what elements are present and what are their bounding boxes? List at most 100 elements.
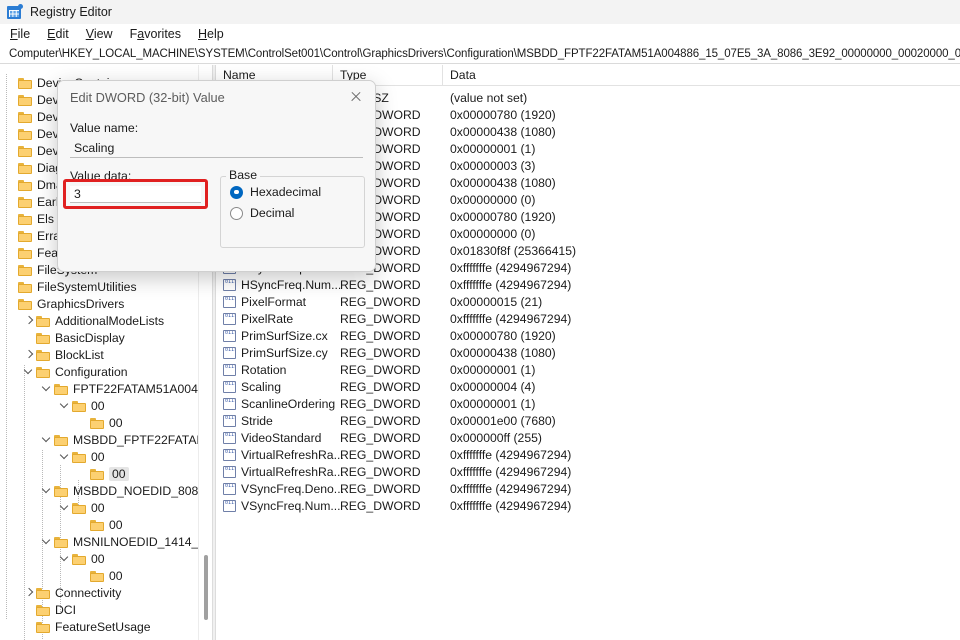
dword-value-icon <box>223 312 236 325</box>
tree-item-label: MSNILNOEDID_1414_008D_I <box>73 534 198 549</box>
value-row[interactable]: VSyncFreq.Deno...REG_DWORD 0xfffffffe (42… <box>216 480 960 497</box>
menu-file[interactable]: File <box>10 27 30 41</box>
radio-decimal[interactable]: Decimal <box>230 206 294 220</box>
tree-item[interactable]: DCI <box>24 601 76 618</box>
tree-item[interactable]: FPTF22FATAM51A004886_15_ <box>42 380 198 397</box>
value-data-cell: 0x00001e00 (7680) <box>450 413 556 428</box>
value-row[interactable]: VSyncFreq.Num...REG_DWORD 0xfffffffe (429… <box>216 497 960 514</box>
chevron-down-icon[interactable] <box>42 485 53 496</box>
chevron-down-icon[interactable] <box>42 383 53 394</box>
value-data-cell: 0x00000003 (3) <box>450 158 536 173</box>
tree-item-label: Configuration <box>55 364 128 379</box>
dword-value-icon <box>223 380 236 393</box>
column-header-data[interactable]: Data <box>443 65 960 85</box>
value-row[interactable]: PrimSurfSize.cy REG_DWORD 0x00000438 (1080… <box>216 344 960 361</box>
folder-icon <box>54 434 69 446</box>
value-name-input[interactable] <box>70 138 363 158</box>
tree-item[interactable]: 00 <box>60 550 105 567</box>
chevron-right-icon[interactable] <box>24 587 35 598</box>
menu-edit[interactable]: Edit <box>47 27 69 41</box>
tree-item[interactable]: 00 <box>78 414 123 431</box>
tree-item[interactable]: Configuration <box>24 363 128 380</box>
chevron-placeholder <box>6 247 17 258</box>
folder-icon <box>90 570 105 582</box>
tree-item-label: MSBDD_NOEDID_8086_3E92 <box>73 483 198 498</box>
value-row[interactable]: HSyncFreq.Num...REG_DWORD 0xfffffffe (429… <box>216 276 960 293</box>
tree-item[interactable]: MSNILNOEDID_1414_008D_I <box>42 533 198 550</box>
radio-hexadecimal[interactable]: Hexadecimal <box>230 185 321 199</box>
menu-favorites[interactable]: Favorites <box>130 27 181 41</box>
tree-item[interactable]: 00 <box>78 465 129 482</box>
dword-value-icon <box>223 499 236 512</box>
value-row[interactable]: ScanlineOrdering REG_DWORD 0x00000001 (1) <box>216 395 960 412</box>
chevron-down-icon[interactable] <box>42 434 53 445</box>
tree-item[interactable]: MSBDD_FPTF22FATAM51A0 <box>42 431 198 448</box>
tree-scrollbar-thumb[interactable] <box>204 555 208 620</box>
chevron-placeholder <box>6 281 17 292</box>
tree-item-label: 00 <box>91 398 105 413</box>
tree-item[interactable]: 00 <box>78 516 123 533</box>
dword-value-icon <box>223 414 236 427</box>
value-type-cell: REG_DWORD <box>340 362 421 377</box>
value-row[interactable]: PrimSurfSize.cx REG_DWORD 0x00000780 (1920… <box>216 327 960 344</box>
value-type-cell: REG_DWORD <box>340 379 421 394</box>
value-row[interactable]: VideoStandard REG_DWORD 0x000000ff (255) <box>216 429 960 446</box>
tree-item[interactable]: AdditionalModeLists <box>24 312 164 329</box>
value-data-cell: 0x00000438 (1080) <box>450 124 556 139</box>
chevron-placeholder <box>6 128 17 139</box>
tree-item-label: 00 <box>91 551 105 566</box>
value-row[interactable]: VirtualRefreshRa...REG_DWORD 0xfffffffe (… <box>216 463 960 480</box>
chevron-right-icon[interactable] <box>24 349 35 360</box>
chevron-down-icon[interactable] <box>60 451 71 462</box>
tree-item-label: 00 <box>91 449 105 464</box>
value-row[interactable]: Rotation REG_DWORD 0x00000001 (1) <box>216 361 960 378</box>
value-row[interactable]: Stride REG_DWORD 0x00001e00 (7680) <box>216 412 960 429</box>
tree-item[interactable]: GraphicsDrivers <box>6 295 124 312</box>
tree-item[interactable]: 00 <box>60 448 105 465</box>
value-row[interactable]: VirtualRefreshRa...REG_DWORD 0xfffffffe (… <box>216 446 960 463</box>
value-type-cell: REG_DWORD <box>340 413 421 428</box>
menu-help[interactable]: Help <box>198 27 224 41</box>
value-name-cell: Scaling <box>223 380 281 394</box>
value-row[interactable]: PixelFormat REG_DWORD 0x00000015 (21) <box>216 293 960 310</box>
address-bar[interactable]: Computer\HKEY_LOCAL_MACHINE\SYSTEM\Contr… <box>0 44 960 64</box>
tree-item-label: FPTF22FATAM51A004886_15_ <box>73 381 198 396</box>
chevron-placeholder <box>6 213 17 224</box>
value-row[interactable]: PixelRate REG_DWORD 0xfffffffe (4294967294… <box>216 310 960 327</box>
tree-item[interactable]: FeatureSetUsage <box>24 618 151 635</box>
chevron-down-icon[interactable] <box>60 400 71 411</box>
tree-item[interactable]: BasicDisplay <box>24 329 125 346</box>
value-type-cell: REG_DWORD <box>340 430 421 445</box>
tree-item[interactable]: MSBDD_NOEDID_8086_3E92 <box>42 482 198 499</box>
tree-item[interactable]: Connectivity <box>24 584 121 601</box>
menu-view[interactable]: View <box>86 27 113 41</box>
tree-item[interactable]: 00 <box>60 499 105 516</box>
value-name-cell: VSyncFreq.Num... <box>223 499 341 513</box>
value-name-label: Value name: <box>70 121 139 135</box>
chevron-down-icon[interactable] <box>60 502 71 513</box>
value-name-text: VideoStandard <box>241 430 322 445</box>
tree-item[interactable]: Els <box>6 210 54 227</box>
value-name-text: HSyncFreq.Num... <box>241 277 342 292</box>
tree-item[interactable]: BlockList <box>24 346 104 363</box>
value-data-input[interactable] <box>70 186 201 202</box>
chevron-down-icon[interactable] <box>24 366 35 377</box>
value-type-cell: REG_DWORD <box>340 447 421 462</box>
chevron-placeholder <box>6 298 17 309</box>
chevron-right-icon[interactable] <box>24 315 35 326</box>
value-name-cell: VideoStandard <box>223 431 321 445</box>
tree-item-label: BasicDisplay <box>55 330 125 345</box>
dword-value-icon <box>223 448 236 461</box>
folder-icon <box>18 213 33 225</box>
value-data-cell: 0x00000780 (1920) <box>450 107 556 122</box>
tree-item[interactable]: 00 <box>78 567 123 584</box>
value-row[interactable]: Scaling REG_DWORD 0x00000004 (4) <box>216 378 960 395</box>
tree-item-label: MSBDD_FPTF22FATAM51A0 <box>73 432 198 447</box>
tree-item[interactable]: FileSystemUtilities <box>6 278 137 295</box>
dword-value-icon <box>223 397 236 410</box>
tree-item[interactable]: 00 <box>60 397 105 414</box>
value-data-cell: 0x00000780 (1920) <box>450 328 556 343</box>
chevron-down-icon[interactable] <box>42 536 53 547</box>
close-icon[interactable] <box>337 81 375 113</box>
chevron-down-icon[interactable] <box>60 553 71 564</box>
